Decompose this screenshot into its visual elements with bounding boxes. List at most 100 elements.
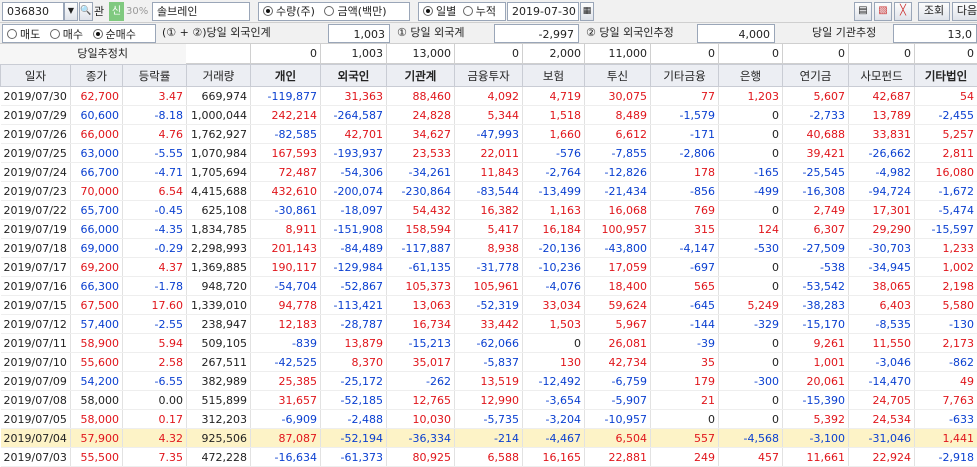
search-button[interactable]: 🔍: [79, 2, 93, 21]
table-cell: -5,474: [915, 201, 977, 220]
calendar-button[interactable]: ▦: [580, 2, 594, 21]
table-cell: 178: [651, 163, 719, 182]
table-cell: 0: [719, 334, 783, 353]
unit-amount-radio[interactable]: 금액(백만): [324, 5, 386, 18]
table-row[interactable]: 2019/07/1966,000-4.351,834,7858,911-151,…: [1, 220, 977, 239]
table-row[interactable]: 2019/07/1769,2004.371,369,885190,117-129…: [1, 258, 977, 277]
table-row[interactable]: 2019/07/0858,0000.00515,89931,657-52,185…: [1, 391, 977, 410]
table-cell: 242,214: [251, 106, 321, 125]
table-cell: 24,534: [849, 410, 915, 429]
table-cell: -39: [651, 334, 719, 353]
table-cell: 6,588: [455, 448, 523, 467]
table-cell: 6.54: [123, 182, 187, 201]
period-daily-label: 일별: [436, 5, 456, 18]
estimate-foreign: 1,003: [320, 44, 386, 64]
table-cell: 2,749: [783, 201, 849, 220]
table-row[interactable]: 2019/07/2265,700-0.45625,108-30,861-18,0…: [1, 201, 977, 220]
table-cell: 4,719: [523, 87, 585, 106]
table-cell: 1,339,010: [187, 296, 251, 315]
column-header[interactable]: 등락률: [123, 65, 187, 87]
table-cell: -62,066: [455, 334, 523, 353]
table-cell: 0: [719, 391, 783, 410]
table-cell: -4.35: [123, 220, 187, 239]
table-row[interactable]: 2019/07/2666,0004.761,762,927-82,58542,7…: [1, 125, 977, 144]
table-row[interactable]: 2019/07/2370,0006.544,415,688432,610-200…: [1, 182, 977, 201]
table-cell: 769: [651, 201, 719, 220]
table-row[interactable]: 2019/07/1666,300-1.78948,720-54,704-52,8…: [1, 277, 977, 296]
column-header[interactable]: 사모펀드: [849, 65, 915, 87]
column-header[interactable]: 거래량: [187, 65, 251, 87]
column-header[interactable]: 외국인: [321, 65, 387, 87]
date-input[interactable]: 2019-07-30: [507, 2, 579, 21]
column-header[interactable]: 기관계: [387, 65, 455, 87]
toolbar: 036830 ▼ 🔍 관 신 30% 솔브레인 수량(주) 금액(백만) 일별 …: [0, 0, 977, 23]
table-cell: -1.78: [123, 277, 187, 296]
trade-buy-radio[interactable]: 매수: [50, 28, 83, 41]
table-cell: -54,306: [321, 163, 387, 182]
column-header[interactable]: 기타금융: [651, 65, 719, 87]
table-cell: 382,989: [187, 372, 251, 391]
table-cell: 66,000: [71, 125, 123, 144]
stock-code-input[interactable]: 036830: [2, 2, 64, 21]
period-cumulative-label: 누적: [476, 5, 496, 18]
next-button[interactable]: 다음: [952, 2, 977, 21]
table-row[interactable]: 2019/07/1869,000-0.292,298,993201,143-84…: [1, 239, 977, 258]
table-cell: 2019/07/24: [1, 163, 71, 182]
table-cell: -530: [719, 239, 783, 258]
column-header[interactable]: 은행: [719, 65, 783, 87]
table-row[interactable]: 2019/07/1567,50017.601,339,01094,778-113…: [1, 296, 977, 315]
table-cell: -4,076: [523, 277, 585, 296]
trade-net-radio[interactable]: 순매수: [93, 28, 136, 41]
combined-foreign-label: (① + ②)당일 외국인계: [162, 24, 326, 43]
table-row[interactable]: 2019/07/0954,200-6.55382,98925,385-25,17…: [1, 372, 977, 391]
table-cell: 16,080: [915, 163, 977, 182]
column-header[interactable]: 일자: [1, 65, 71, 87]
unit-qty-radio[interactable]: 수량(주): [263, 5, 315, 18]
report-button[interactable]: ▧: [874, 2, 892, 21]
column-header[interactable]: 개인: [251, 65, 321, 87]
table-row[interactable]: 2019/07/2960,600-8.181,000,044242,214-26…: [1, 106, 977, 125]
query-button[interactable]: 조회: [918, 2, 950, 21]
table-row[interactable]: 2019/07/1257,400-2.55238,94712,183-28,78…: [1, 315, 977, 334]
column-header[interactable]: 보험: [523, 65, 585, 87]
column-header[interactable]: 투신: [585, 65, 651, 87]
trade-sell-radio[interactable]: 매도: [7, 28, 40, 41]
table-row[interactable]: 2019/07/2466,700-4.711,705,69472,487-54,…: [1, 163, 977, 182]
table-cell: -83,544: [455, 182, 523, 201]
column-header[interactable]: 금융투자: [455, 65, 523, 87]
filter-bar: 매도 매수 순매수 (① + ②)당일 외국인계 1,003 ① 당일 외국계 …: [0, 23, 977, 44]
table-cell: 25,385: [251, 372, 321, 391]
table-cell: 267,511: [187, 353, 251, 372]
column-header[interactable]: 기타법인: [915, 65, 977, 87]
table-cell: 2.58: [123, 353, 187, 372]
table-cell: 8,938: [455, 239, 523, 258]
table-cell: -5,907: [585, 391, 651, 410]
table-cell: -4,982: [849, 163, 915, 182]
trade-sell-label: 매도: [20, 28, 40, 41]
period-daily-radio[interactable]: 일별: [423, 5, 456, 18]
table-row[interactable]: 2019/07/0558,0000.17312,203-6,909-2,4881…: [1, 410, 977, 429]
table-cell: 8,911: [251, 220, 321, 239]
code-dropdown-button[interactable]: ▼: [64, 2, 78, 21]
grid-view-button[interactable]: ▤: [854, 2, 872, 21]
table-cell: -4,147: [651, 239, 719, 258]
period-cumulative-radio[interactable]: 누적: [463, 5, 496, 18]
table-cell: 13,789: [849, 106, 915, 125]
table-row[interactable]: 2019/07/1158,9005.94509,105-83913,879-15…: [1, 334, 977, 353]
table-cell: -94,724: [849, 182, 915, 201]
table-cell: 105,961: [455, 277, 523, 296]
column-header[interactable]: 연기금: [783, 65, 849, 87]
table-row[interactable]: 2019/07/1055,6002.58267,511-42,5258,3703…: [1, 353, 977, 372]
table-cell: 100,957: [585, 220, 651, 239]
table-row[interactable]: 2019/07/2563,000-5.551,070,984167,593-19…: [1, 144, 977, 163]
column-header[interactable]: 종가: [71, 65, 123, 87]
table-row[interactable]: 2019/07/0355,5007.35472,228-16,634-61,37…: [1, 448, 977, 467]
chart-button[interactable]: ╳: [894, 2, 912, 21]
table-cell: -20,136: [523, 239, 585, 258]
flag-credit: 신: [109, 2, 124, 21]
table-cell: 54: [915, 87, 977, 106]
table-row[interactable]: 2019/07/3062,7003.47669,974-119,87731,36…: [1, 87, 977, 106]
table-cell: 58,900: [71, 334, 123, 353]
table-cell: 17,301: [849, 201, 915, 220]
estimate-other-corp: 0: [914, 44, 977, 64]
